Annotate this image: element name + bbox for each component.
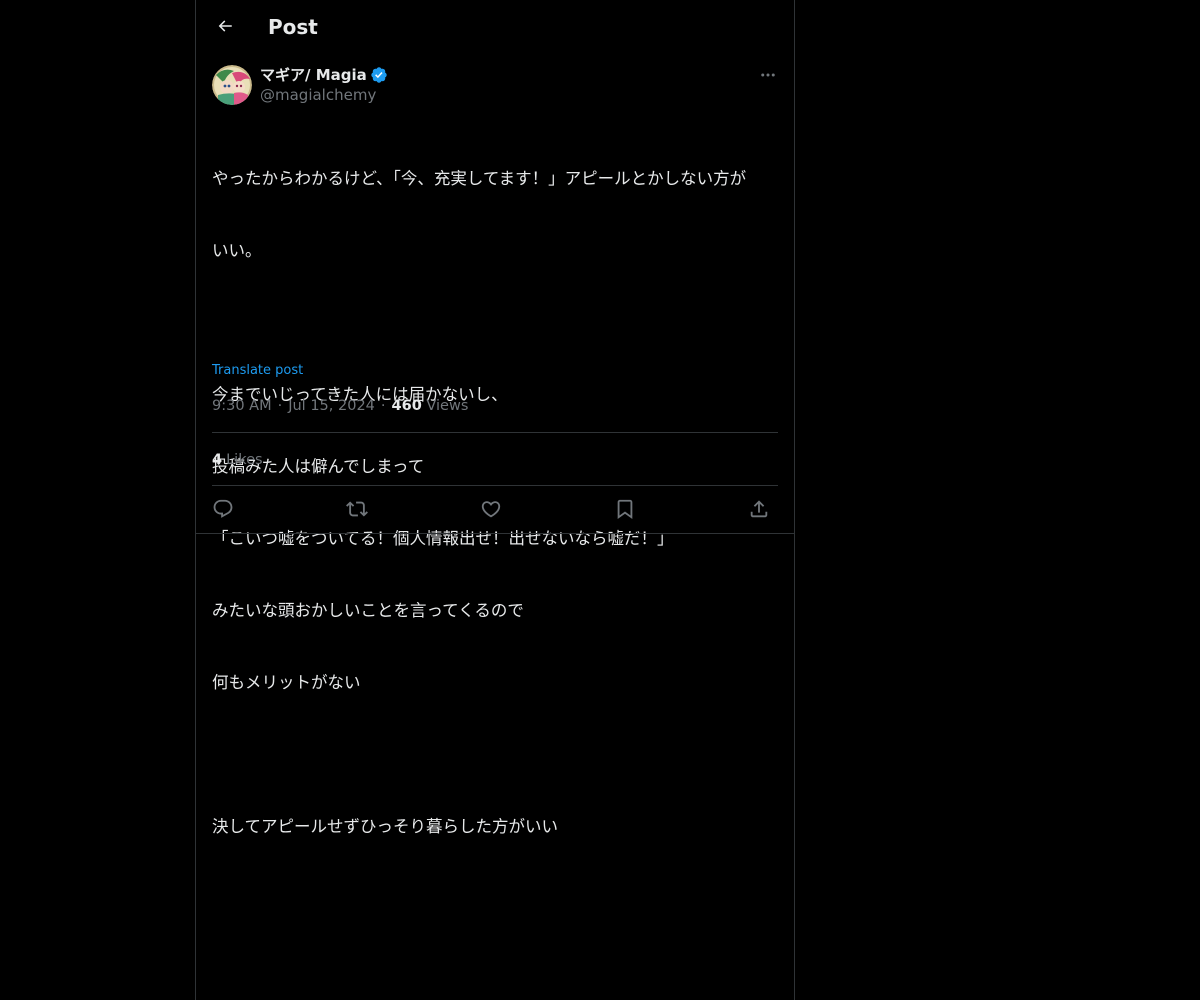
back-button[interactable]: [208, 9, 242, 43]
more-icon: [761, 73, 775, 77]
meta-separator: ·: [277, 398, 283, 414]
display-name-link[interactable]: マギア/ Magia: [260, 64, 388, 86]
post-text-line: 決してアピールせずひっそり暮らした方がいい: [212, 817, 559, 836]
translate-post-link[interactable]: Translate post: [212, 362, 303, 380]
post-time[interactable]: 9:30 AM: [212, 398, 272, 414]
likes-link[interactable]: 4 Likes: [212, 450, 263, 470]
post-text-line: [212, 311, 778, 335]
bookmark-icon: [617, 499, 633, 520]
repost-icon: [346, 501, 368, 517]
more-options-button[interactable]: [758, 64, 778, 86]
page-title: Post: [268, 15, 318, 39]
post-column: Post マギア/ Magia @magialchemy やったからわかるけど、…: [195, 0, 795, 1000]
reply-button[interactable]: [212, 498, 234, 520]
display-name: マギア/ Magia: [260, 66, 367, 84]
post-actions: [212, 486, 778, 532]
author-handle[interactable]: @magialchemy: [260, 85, 376, 105]
likes-count: 4: [212, 452, 223, 468]
post-meta: 9:30 AM · Jul 15, 2024 · 460 Views: [212, 396, 468, 416]
post-header: Post: [196, 0, 794, 53]
share-button[interactable]: [748, 498, 770, 520]
divider: [196, 533, 794, 534]
post-text-line: やったからわかるけど、「今、充実してます！」アピールとかしない方が: [212, 169, 747, 188]
post-text-line: 何もメリットがない: [212, 673, 361, 692]
heart-icon: [481, 501, 501, 518]
views-count: 460: [391, 398, 422, 414]
like-button[interactable]: [480, 498, 502, 520]
likes-label: Likes: [226, 452, 263, 468]
divider: [212, 432, 778, 433]
reply-icon: [213, 499, 233, 518]
meta-separator: ·: [380, 398, 386, 414]
post-date[interactable]: Jul 15, 2024: [288, 398, 375, 414]
share-icon: [750, 500, 768, 518]
post-text-line: 投稿みた人は僻んでしまって: [212, 457, 425, 476]
repost-button[interactable]: [346, 498, 368, 520]
views-label: Views: [426, 398, 469, 414]
post-text-line: [212, 743, 778, 767]
verified-badge-icon: [370, 66, 388, 84]
avatar[interactable]: [212, 65, 252, 105]
post-text-line: みたいな頭おかしいことを言ってくるので: [212, 601, 524, 620]
avatar-image: [212, 65, 252, 105]
post-author: マギア/ Magia @magialchemy: [212, 64, 778, 108]
arrow-left-icon: [218, 20, 232, 32]
post-text-line: いい。: [212, 241, 262, 260]
bookmark-button[interactable]: [614, 498, 636, 520]
